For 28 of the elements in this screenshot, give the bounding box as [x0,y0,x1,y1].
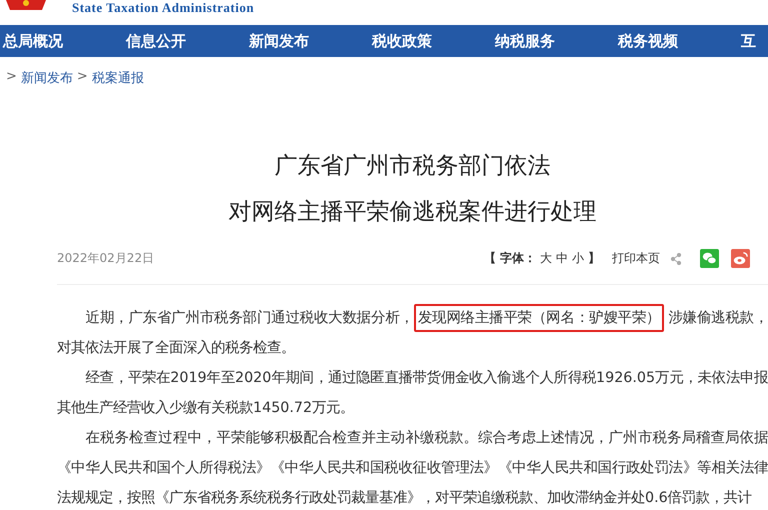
breadcrumb-separator: > [6,69,17,86]
article-paragraph: 近期，广东省广州市税务部门通过税收大数据分析， 发现网络主播平荣（网名：驴嫂平荣） 涉嫌偷逃税款，对其依法开展了全面深入的税务检查。 [57,303,768,363]
share-icon[interactable] [670,252,682,264]
site-name: State Taxation Administration [72,0,254,16]
wechat-icon[interactable] [700,249,719,268]
nav-item[interactable]: 总局概况 [3,32,126,50]
article-paragraph: 经查，平荣在2019年至2020年期间，通过隐匿直播带货佣金收入偷逃个人所得税1926.05万元，未依法申报其他生产经营收入少缴有关税款1450.72万元。 [57,369,768,418]
emblem-icon [4,0,48,10]
font-size-link[interactable]: 大 [540,250,552,267]
breadcrumb-link[interactable]: 税案通报 [92,69,144,87]
font-size-link[interactable]: 小 [572,250,584,267]
publish-date: 2022年02月22日 [57,250,154,267]
nav-item[interactable]: 新闻发布 [249,32,372,50]
nav-item[interactable]: 税收政策 [372,32,495,50]
nav-item[interactable]: 互 [741,32,768,50]
bracket: 】 [588,250,600,267]
article-paragraph: 在税务检查过程中，平荣能够积极配合检查并主动补缴税款。综合考虑上述情况，广州市税务局稽查局依据《中华人民共和国个人所得税法》《中华人民共和国税收征收管理法》《中华人民共和国行政处罚法》等相关法律法规规定，按照《广东省税务系统税务行政处罚裁量基准》，对平荣追缴税款、加收滞纳金并处0.6倍罚款，共计 [57,428,768,508]
bracket: 【 [484,250,496,267]
breadcrumb-link[interactable]: 新闻发布 [20,69,73,87]
nav-item[interactable]: 纳税服务 [495,32,618,50]
breadcrumb-separator: > [76,69,88,86]
weibo-icon[interactable] [731,249,750,268]
nav-item[interactable]: 信息公开 [126,32,249,50]
font-size-link[interactable]: 中 [556,250,568,267]
article-title: 广东省广州市税务部门依法 对网络主播平荣偷逃税案件进行处理 [228,152,598,227]
nav-item[interactable]: 税务视频 [618,32,741,50]
font-size-label: 字体： [500,250,536,267]
print-link[interactable]: 打印本页 [612,250,660,267]
